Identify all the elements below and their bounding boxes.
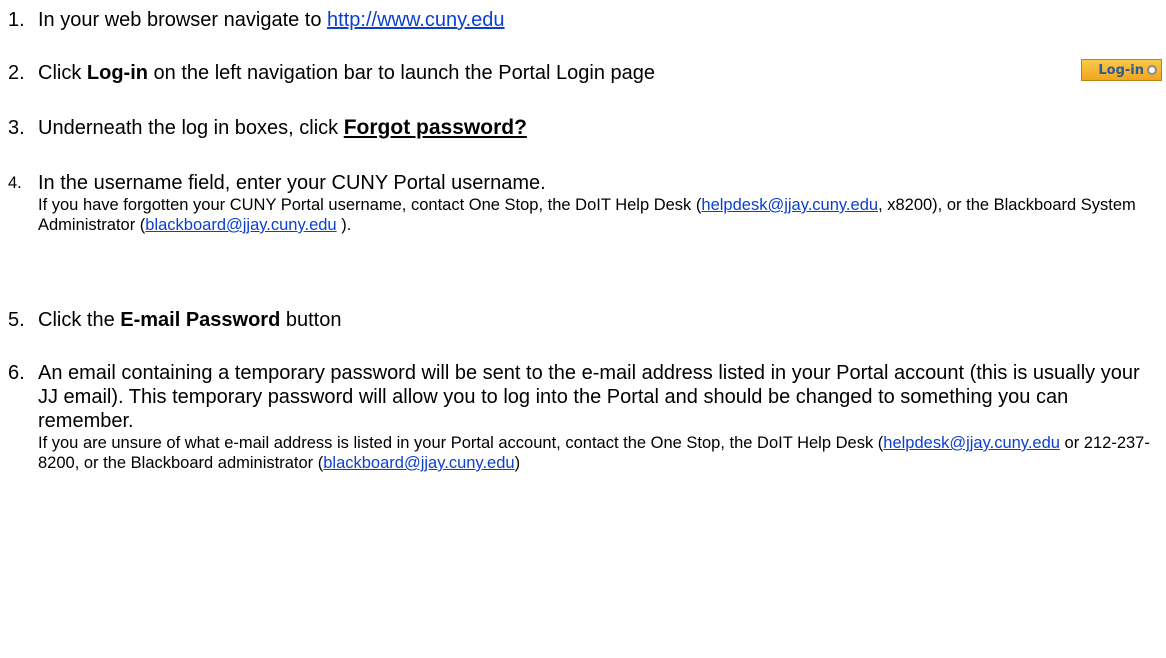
login-button-label: Log-in — [1098, 62, 1144, 78]
cuny-website-link[interactable]: http://www.cuny.edu — [327, 9, 505, 31]
step-text-post: on the left navigation bar to launch the… — [147, 62, 656, 84]
email-password-bold-label: E-mail Password — [120, 309, 281, 331]
step-text-post: button — [280, 309, 342, 331]
step-2: 2. Click Log-in on the left navigation b… — [8, 61, 1158, 85]
step-text-pre: Underneath the log in boxes, click — [38, 117, 344, 139]
step-5: 5. Click the E-mail Password button — [8, 308, 1158, 332]
blackboard-email-link[interactable]: blackboard@jjay.cuny.edu — [323, 454, 514, 472]
step-3: 3. Underneath the log in boxes, click Fo… — [8, 116, 1158, 140]
step-text: An email containing a temporary password… — [38, 362, 1140, 432]
login-button[interactable]: Log-in — [1081, 59, 1162, 81]
forgot-password-label: Forgot password? — [343, 116, 527, 139]
step-4: 4. In the username field, enter your CUN… — [8, 171, 1158, 235]
step-number: 2. — [8, 62, 25, 84]
step-number: 1. — [8, 9, 25, 31]
step-subtext: If you have forgotten your CUNY Portal u… — [38, 195, 1158, 235]
subtext-pre: If you have forgotten your CUNY Portal u… — [38, 196, 702, 214]
step-number: 4. — [8, 174, 22, 192]
step-subtext: If you are unsure of what e-mail address… — [38, 433, 1158, 473]
instructions-document: 1. In your web browser navigate to http:… — [0, 0, 1166, 658]
helpdesk-email-link[interactable]: helpdesk@jjay.cuny.edu — [883, 434, 1060, 452]
step-number: 3. — [8, 117, 25, 139]
step-number: 6. — [8, 362, 25, 384]
subtext-post: ). — [336, 216, 352, 234]
radio-circle-icon — [1147, 65, 1157, 75]
step-6: 6. An email containing a temporary passw… — [8, 361, 1158, 473]
subtext-pre: If you are unsure of what e-mail address… — [38, 434, 884, 452]
step-text-pre: Click the — [38, 309, 121, 331]
step-number: 5. — [8, 309, 25, 331]
subtext-post: ) — [514, 454, 521, 472]
step-text: In your web browser navigate to — [38, 9, 328, 31]
step-text: In the username field, enter your CUNY P… — [38, 172, 546, 194]
login-bold-label: Log-in — [86, 62, 148, 84]
step-text-pre: Click — [38, 62, 87, 84]
blackboard-email-link[interactable]: blackboard@jjay.cuny.edu — [145, 216, 336, 234]
step-1: 1. In your web browser navigate to http:… — [8, 8, 1158, 32]
helpdesk-email-link[interactable]: helpdesk@jjay.cuny.edu — [701, 196, 878, 214]
